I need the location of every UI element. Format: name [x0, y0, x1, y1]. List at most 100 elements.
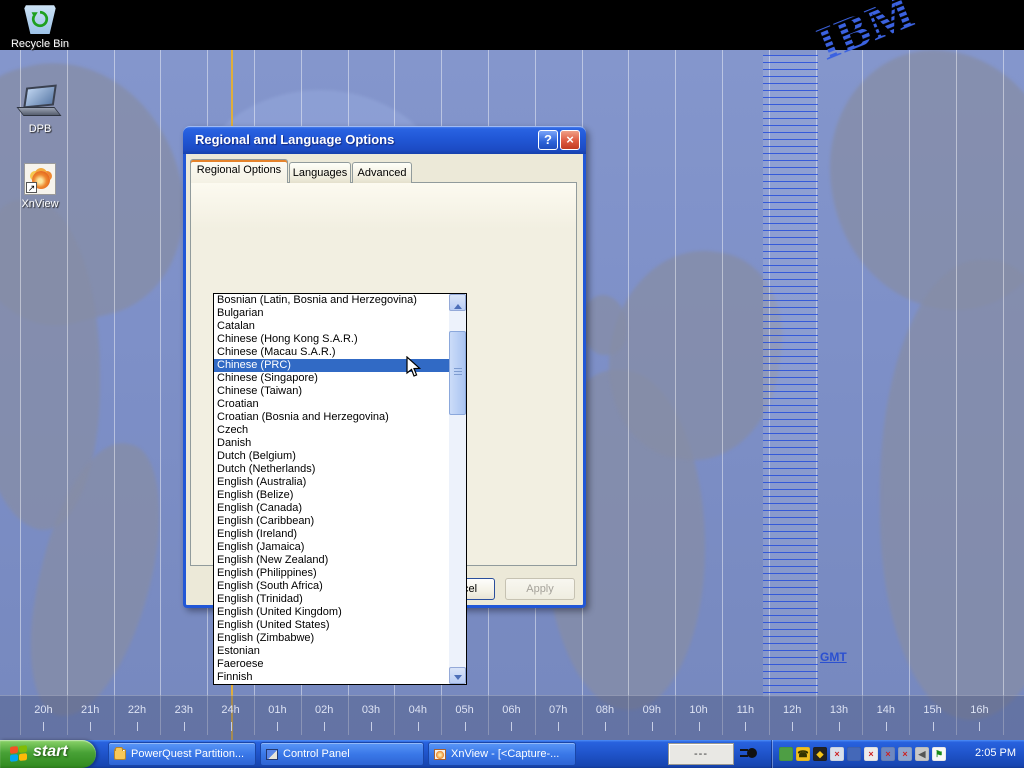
- xnview-glyph: ↗: [24, 163, 56, 195]
- language-option[interactable]: Croatian: [214, 398, 449, 411]
- timezone-line: [67, 50, 68, 735]
- language-option[interactable]: English (Canada): [214, 502, 449, 515]
- input-language-icon[interactable]: ⚑: [932, 747, 946, 761]
- recycle-bin-icon[interactable]: Recycle Bin: [4, 4, 76, 52]
- sync-utility-icon[interactable]: [779, 747, 793, 761]
- timezone-tick: [324, 722, 325, 731]
- taskbar-task-powerquest[interactable]: PowerQuest Partition...: [108, 742, 256, 766]
- help-button[interactable]: ?: [538, 130, 558, 150]
- modem-phone-icon[interactable]: ☎: [796, 747, 810, 761]
- dialog-titlebar[interactable]: Regional and Language Options ? ×: [183, 126, 586, 154]
- timezone-hour-label: 06h: [497, 704, 525, 716]
- timezone-tick: [979, 722, 980, 731]
- dpb-icon[interactable]: DPB: [4, 84, 76, 135]
- windows-flag-icon: [10, 745, 27, 762]
- language-option[interactable]: English (Zimbabwe): [214, 632, 449, 645]
- timezone-tick: [605, 722, 606, 731]
- timezone-tick: [465, 722, 466, 731]
- timezone-hour-label: 15h: [919, 704, 947, 716]
- language-option[interactable]: English (Jamaica): [214, 541, 449, 554]
- folder-icon: [114, 749, 126, 760]
- timezone-hour-label: 12h: [778, 704, 806, 716]
- task-label: Control Panel: [283, 748, 421, 760]
- wireless-disconnected-icon[interactable]: ×: [898, 747, 912, 761]
- xnview-icon: [434, 749, 446, 760]
- scroll-down-button[interactable]: [449, 667, 466, 684]
- computer-disconnected-icon[interactable]: ×: [881, 747, 895, 761]
- language-option[interactable]: Faeroese: [214, 658, 449, 671]
- shortcut-arrow-icon: ↗: [26, 182, 37, 193]
- timezone-hour-label: 09h: [638, 704, 666, 716]
- timezone-tick: [792, 722, 793, 731]
- timezone-tick: [511, 722, 512, 731]
- apply-button[interactable]: Apply: [505, 578, 575, 600]
- timezone-tick: [558, 722, 559, 731]
- tab-regional-options[interactable]: Regional Options: [190, 159, 288, 183]
- locale-options: Bosnian (Latin, Bosnia and Herzegovina)B…: [214, 294, 449, 684]
- language-option[interactable]: Chinese (Hong Kong S.A.R.): [214, 333, 449, 346]
- taskbar: start PowerQuest Partition... Control Pan…: [0, 740, 1024, 768]
- users-disconnected-icon[interactable]: ×: [830, 747, 844, 761]
- language-option[interactable]: Estonian: [214, 645, 449, 658]
- mouse-cursor: [406, 356, 422, 383]
- tab-advanced[interactable]: Advanced: [352, 162, 412, 183]
- xnview-icon[interactable]: ↗ XnView: [4, 163, 76, 210]
- timezone-hour-label: 01h: [263, 704, 291, 716]
- landmass: [582, 295, 627, 355]
- language-option[interactable]: English (United Kingdom): [214, 606, 449, 619]
- start-button[interactable]: start: [0, 740, 96, 768]
- start-label: start: [33, 743, 68, 761]
- volume-icon[interactable]: ◀: [915, 747, 929, 761]
- language-option[interactable]: English (New Zealand): [214, 554, 449, 567]
- language-option[interactable]: English (Belize): [214, 489, 449, 502]
- timezone-line: [675, 50, 676, 735]
- language-option[interactable]: English (Caribbean): [214, 515, 449, 528]
- language-option[interactable]: Bosnian (Latin, Bosnia and Herzegovina): [214, 294, 449, 307]
- timezone-line: [114, 50, 115, 735]
- language-option[interactable]: Croatian (Bosnia and Herzegovina): [214, 411, 449, 424]
- language-option[interactable]: Danish: [214, 437, 449, 450]
- timezone-line: [628, 50, 629, 735]
- timezone-line: [1003, 50, 1004, 735]
- display-adapter-icon[interactable]: ◆: [813, 747, 827, 761]
- language-option[interactable]: Dutch (Belgium): [214, 450, 449, 463]
- language-option[interactable]: Dutch (Netherlands): [214, 463, 449, 476]
- language-option[interactable]: English (Ireland): [214, 528, 449, 541]
- close-button[interactable]: ×: [560, 130, 580, 150]
- timezone-tick: [90, 722, 91, 731]
- signal-disabled-icon[interactable]: ×: [864, 747, 878, 761]
- timezone-tick: [43, 722, 44, 731]
- tab-languages[interactable]: Languages: [289, 162, 351, 183]
- system-tray: ☎◆××××◀⚑ 2:05 PM: [772, 740, 1024, 768]
- timezone-tick: [184, 722, 185, 731]
- language-option[interactable]: English (Philippines): [214, 567, 449, 580]
- taskbar-task-xnview[interactable]: XnView - [<Capture-...: [428, 742, 576, 766]
- task-label: XnView - [<Capture-...: [451, 748, 573, 760]
- timezone-tick: [699, 722, 700, 731]
- timezone-hour-label: 22h: [123, 704, 151, 716]
- language-option[interactable]: English (South Africa): [214, 580, 449, 593]
- taskbar-task-control-panel[interactable]: Control Panel: [260, 742, 424, 766]
- language-option[interactable]: Czech: [214, 424, 449, 437]
- task-label: PowerQuest Partition...: [131, 748, 253, 760]
- timezone-hour-label: 04h: [404, 704, 432, 716]
- language-option[interactable]: Finnish: [214, 671, 449, 684]
- timezone-hour-label: 05h: [451, 704, 479, 716]
- scroll-up-button[interactable]: [449, 294, 466, 311]
- timezone-tick: [745, 722, 746, 731]
- network-places-icon[interactable]: [847, 747, 861, 761]
- language-option[interactable]: English (Trinidad): [214, 593, 449, 606]
- list-scrollbar[interactable]: [449, 294, 466, 684]
- timezone-tick: [652, 722, 653, 731]
- scrollbar-thumb[interactable]: [449, 331, 466, 415]
- timezone-line: [160, 50, 161, 735]
- language-option[interactable]: English (United States): [214, 619, 449, 632]
- taskbar-clock[interactable]: 2:05 PM: [975, 747, 1016, 759]
- timezone-hour-label: 21h: [76, 704, 104, 716]
- language-option[interactable]: English (Australia): [214, 476, 449, 489]
- language-option[interactable]: Catalan: [214, 320, 449, 333]
- chevron-down-icon: [454, 675, 462, 684]
- language-option[interactable]: Bulgarian: [214, 307, 449, 320]
- timezone-hour-label: 16h: [965, 704, 993, 716]
- language-option[interactable]: Chinese (Taiwan): [214, 385, 449, 398]
